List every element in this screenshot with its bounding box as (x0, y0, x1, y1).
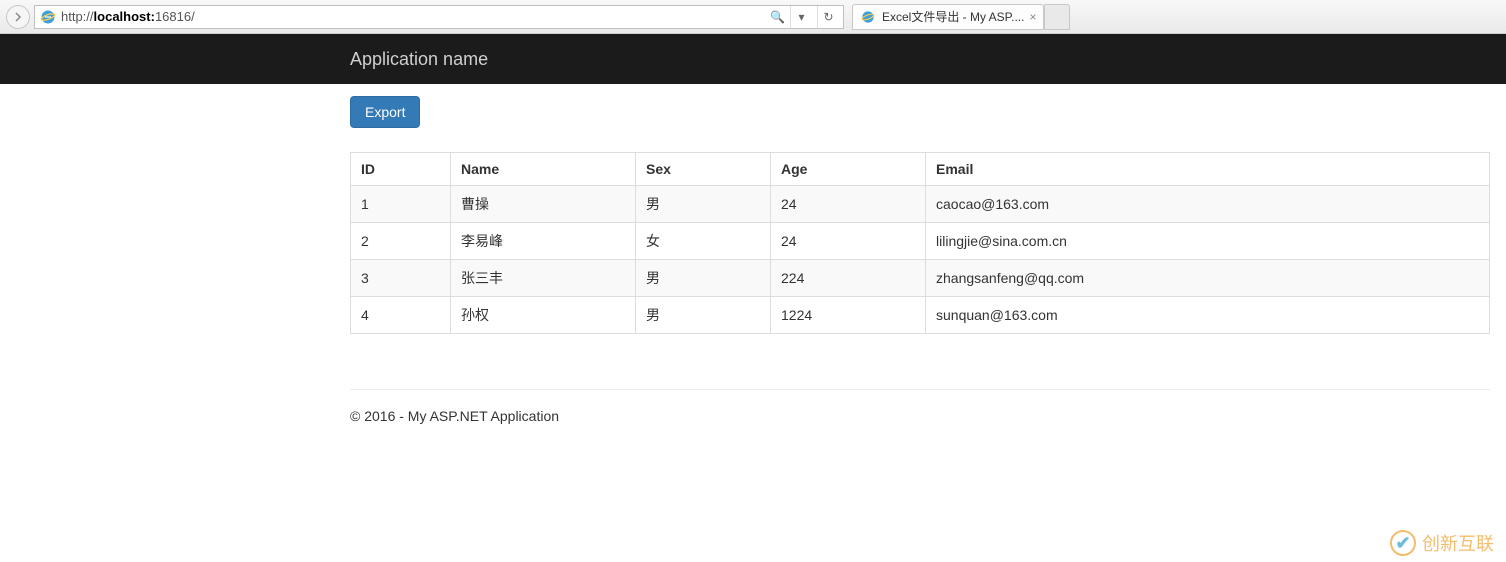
cell-sex: 男 (636, 297, 771, 334)
table-header-row: ID Name Sex Age Email (351, 153, 1490, 186)
cell-email: sunquan@163.com (926, 297, 1490, 334)
url-host: localhost: (94, 9, 155, 24)
tab-strip: Excel文件导出 - My ASP.... × (852, 4, 1070, 30)
header-sex: Sex (636, 153, 771, 186)
table-row: 1曹操男24caocao@163.com (351, 186, 1490, 223)
addressbar-tools: 🔍 ▾ ↻ (770, 6, 839, 28)
cell-sex: 男 (636, 186, 771, 223)
table-row: 2李易峰女24lilingjie@sina.com.cn (351, 223, 1490, 260)
cell-name: 张三丰 (451, 260, 636, 297)
close-tab-icon[interactable]: × (1029, 10, 1036, 24)
cell-id: 4 (351, 297, 451, 334)
search-icon[interactable]: 🔍 (770, 10, 785, 24)
url-text: http://localhost:16816/ (61, 9, 766, 24)
cell-age: 1224 (771, 297, 926, 334)
cell-id: 1 (351, 186, 451, 223)
cell-email: caocao@163.com (926, 186, 1490, 223)
cell-name: 李易峰 (451, 223, 636, 260)
ie-icon (859, 8, 877, 26)
header-name: Name (451, 153, 636, 186)
divider (350, 389, 1490, 390)
cell-id: 3 (351, 260, 451, 297)
cell-age: 24 (771, 186, 926, 223)
data-table: ID Name Sex Age Email 1曹操男24caocao@163.c… (350, 152, 1490, 334)
watermark-text: 创新互联 (1422, 530, 1494, 556)
watermark-icon: ✔ (1390, 530, 1416, 556)
cell-age: 24 (771, 223, 926, 260)
cell-name: 曹操 (451, 186, 636, 223)
footer-text: © 2016 - My ASP.NET Application (350, 408, 1490, 424)
cell-id: 2 (351, 223, 451, 260)
tab-title: Excel文件导出 - My ASP.... (882, 8, 1024, 25)
url-prefix: http:// (61, 9, 94, 24)
cell-sex: 男 (636, 260, 771, 297)
cell-age: 224 (771, 260, 926, 297)
export-button[interactable]: Export (350, 96, 420, 128)
browser-tab-active[interactable]: Excel文件导出 - My ASP.... × (852, 4, 1044, 30)
table-row: 4孙权男1224sunquan@163.com (351, 297, 1490, 334)
cell-sex: 女 (636, 223, 771, 260)
new-tab-button[interactable] (1044, 4, 1070, 30)
cell-email: zhangsanfeng@qq.com (926, 260, 1490, 297)
ie-icon (39, 8, 57, 26)
header-email: Email (926, 153, 1490, 186)
browser-chrome: http://localhost:16816/ 🔍 ▾ ↻ Excel文件导出 … (0, 0, 1506, 34)
cell-email: lilingjie@sina.com.cn (926, 223, 1490, 260)
addressbar-dropdown[interactable]: ▾ (790, 6, 812, 28)
nav-back-button[interactable] (6, 5, 30, 29)
header-id: ID (351, 153, 451, 186)
url-port: 16816 (155, 9, 191, 24)
url-path: / (191, 9, 195, 24)
app-navbar: Application name (0, 34, 1506, 84)
arrow-right-icon (12, 11, 24, 23)
header-age: Age (771, 153, 926, 186)
main-container: Export ID Name Sex Age Email 1曹操男24caoca… (350, 84, 1490, 424)
watermark: ✔ 创新互联 (1390, 530, 1494, 556)
cell-name: 孙权 (451, 297, 636, 334)
brand-link[interactable]: Application name (350, 49, 488, 70)
table-row: 3张三丰男224zhangsanfeng@qq.com (351, 260, 1490, 297)
refresh-button[interactable]: ↻ (817, 6, 839, 28)
address-bar[interactable]: http://localhost:16816/ 🔍 ▾ ↻ (34, 5, 844, 29)
